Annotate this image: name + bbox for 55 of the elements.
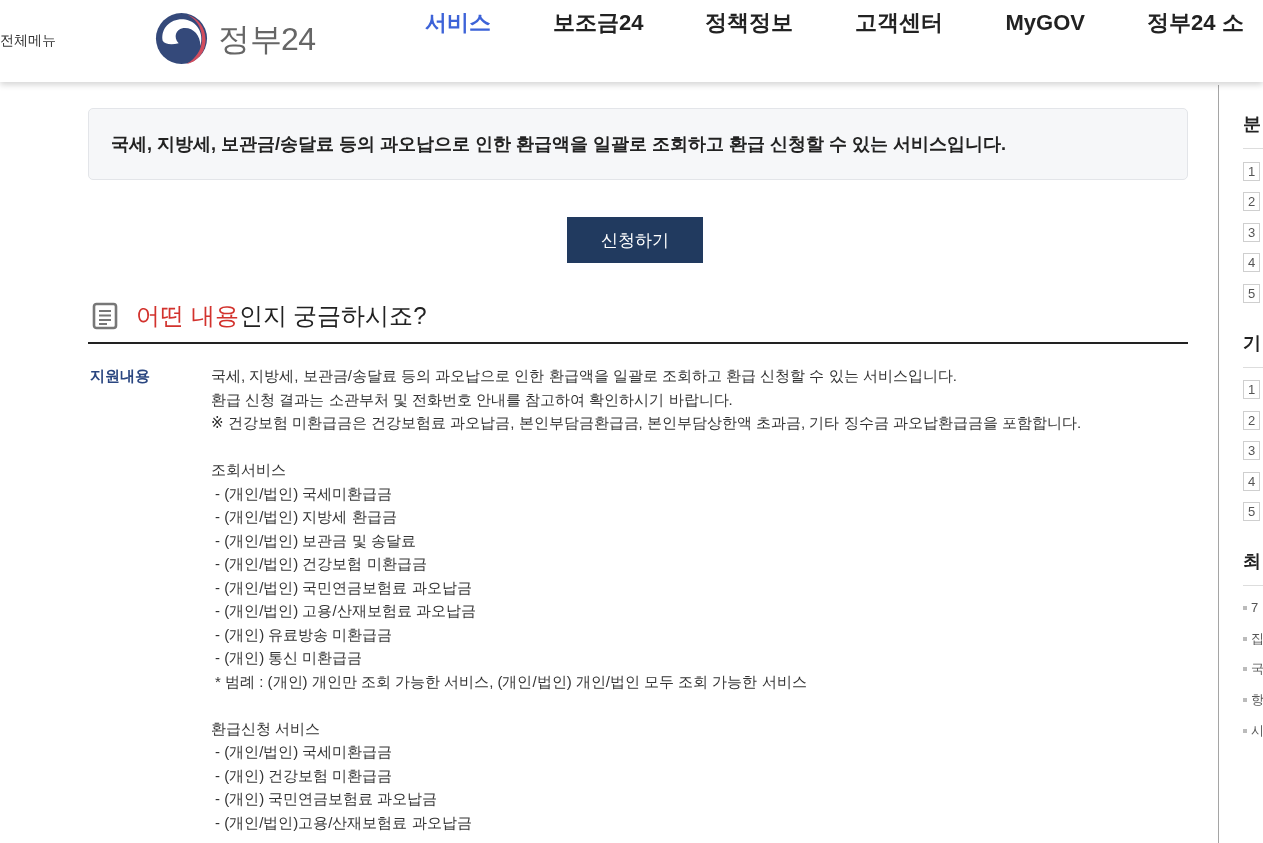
nav-tab[interactable]: MyGOV <box>1005 10 1085 36</box>
rank-badge: 2 <box>1243 192 1260 212</box>
summary-text: 국세, 지방세, 보관금/송달료 등의 과오납으로 인한 환급액을 일괄로 조회하고 환급 신청할 수 있는 서비스입니다. <box>111 133 1007 156</box>
list-item: - (개인) 통신 미환급금 <box>215 648 363 668</box>
list-item: - (개인/법인) 고용/산재보험료 과오납금 <box>215 601 476 621</box>
rank-badge: 3 <box>1243 441 1260 461</box>
latest-item-link[interactable]: 항 <box>1251 691 1263 710</box>
bullet-icon <box>1243 606 1247 611</box>
group-title: 환급신청 서비스 <box>211 718 321 739</box>
row-label: 지원내용 <box>89 366 151 386</box>
list-item: - (개인/법인) 보관금 및 송달료 <box>215 530 416 551</box>
bullet-icon <box>1243 698 1247 703</box>
nav-tab[interactable]: 고객센터 <box>855 10 944 36</box>
list-item: - (개인) 유료방송 미환급금 <box>215 624 393 645</box>
description-text: 환급 신청 결과는 소관부처 및 전화번호 안내를 참고하여 확인하시기 바랍니다. <box>211 389 733 410</box>
bullet-icon <box>1243 636 1247 641</box>
all-menu-button[interactable]: 전체메뉴 <box>0 30 56 50</box>
list-item: - (개인/법인) 국세미환급금 <box>215 483 393 504</box>
rank-badge: 1 <box>1243 161 1260 181</box>
rank-badge: 5 <box>1243 283 1260 303</box>
list-item: - (개인/법인) 건강보험 미환급금 <box>215 554 427 574</box>
bullet-icon <box>1243 667 1247 672</box>
description-text: 국세, 지방세, 보관금/송달료 등의 과오납으로 인한 환급액을 일괄로 조회하고 환급 신청할 수 있는 서비스입니다. <box>211 366 957 386</box>
list-item: - (개인/법인) 국민연금보험료 과오납금 <box>215 577 472 598</box>
logo-text[interactable]: 정부24 <box>218 18 316 59</box>
list-item: - (개인/법인) 지방세 환급금 <box>215 507 397 527</box>
sidebar-heading: 기 <box>1243 330 1263 368</box>
nav-tab[interactable]: 정책정보 <box>705 10 794 36</box>
rank-badge: 4 <box>1243 471 1260 491</box>
latest-item-link[interactable]: 7 <box>1251 599 1259 618</box>
apply-button[interactable]: 신청하기 <box>567 217 703 263</box>
list-item: - (개인/법인) 국세미환급금 <box>215 742 393 762</box>
list-item: - (개인) 국민연금보험료 과오납금 <box>215 789 438 809</box>
emblem-icon <box>155 12 208 65</box>
rank-badge: 5 <box>1243 502 1260 522</box>
nav-tab[interactable]: 서비스 <box>425 10 491 36</box>
latest-item-link[interactable]: 집 <box>1251 629 1263 648</box>
rank-badge: 1 <box>1243 380 1260 400</box>
group-title: 조회서비스 <box>211 460 286 480</box>
rank-badge: 3 <box>1243 222 1260 242</box>
rank-badge: 4 <box>1243 253 1260 273</box>
latest-item-link[interactable]: 국 <box>1251 660 1263 679</box>
latest-item-link[interactable]: 시 <box>1251 721 1263 740</box>
sidebar-heading: 분 <box>1243 112 1263 149</box>
bullet-icon <box>1243 728 1247 733</box>
list-item: - (개인/법인)고용/산재보험료 과오납금 <box>215 812 472 833</box>
list-item: - (개인) 건강보험 미환급금 <box>215 765 393 786</box>
section-title: 어떤 내용인지 궁금하시죠? <box>136 302 427 330</box>
legend-note: * 범례 : (개인) 개인만 조회 가능한 서비스, (개인/법인) 개인/법인 모두 조회 가능한 서비스 <box>215 671 807 692</box>
document-icon <box>92 302 118 330</box>
description-text: ※ 건강보험 미환급금은 건강보험료 과오납금, 본인부담금환급금, 본인부담상한액 초과금, 기타 징수금 과오납환급금을 포함합니다. <box>211 413 1082 433</box>
sidebar-heading: 최 <box>1243 549 1263 586</box>
rank-badge: 2 <box>1243 410 1260 430</box>
nav-tab[interactable]: 보조금24 <box>553 10 644 36</box>
nav-tab[interactable]: 정부24 소 <box>1146 10 1244 36</box>
